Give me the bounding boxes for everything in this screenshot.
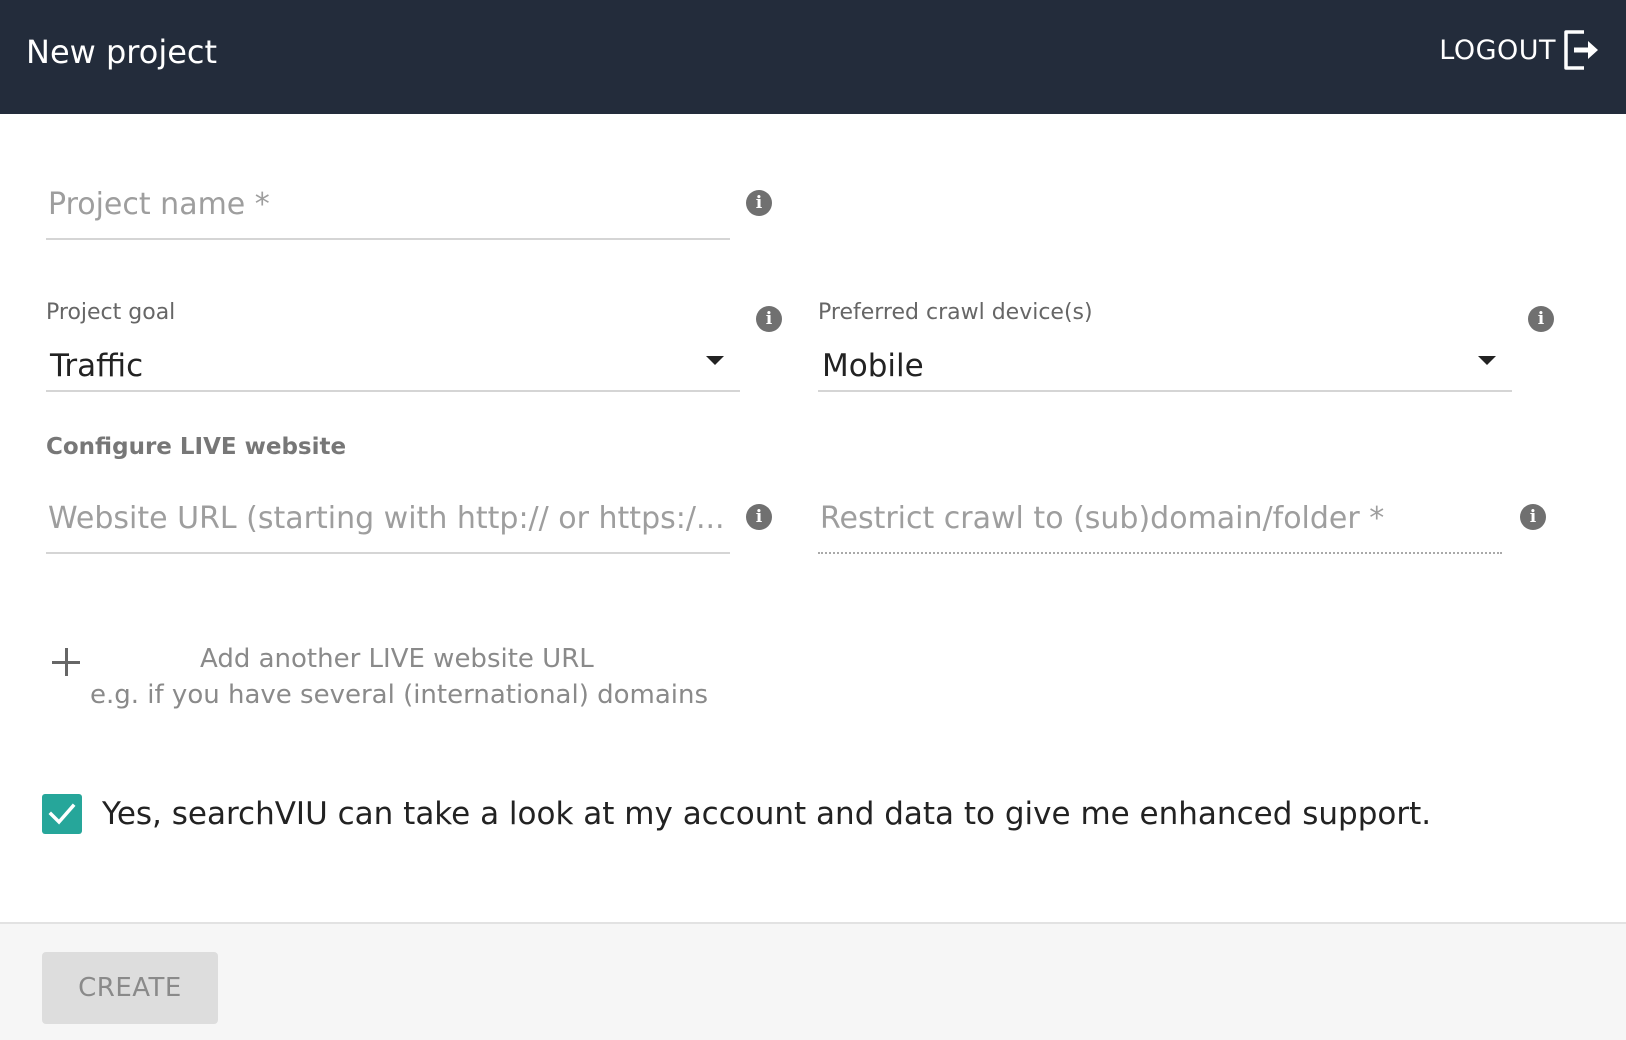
form-footer: CREATE — [0, 922, 1626, 1040]
info-icon[interactable]: i — [746, 190, 772, 216]
logout-button[interactable]: LOGOUT — [1439, 28, 1604, 72]
info-icon[interactable]: i — [756, 306, 782, 332]
add-url-hint: e.g. if you have several (international)… — [90, 680, 709, 710]
create-button[interactable]: CREATE — [42, 952, 218, 1024]
check-icon — [48, 803, 76, 825]
logout-icon — [1564, 30, 1598, 70]
info-icon[interactable]: i — [1520, 504, 1546, 530]
page-title: New project — [26, 33, 218, 71]
crawl-device-value: Mobile — [822, 348, 924, 384]
plus-icon — [52, 648, 80, 676]
section-title-live-website: Configure LIVE website — [46, 434, 347, 460]
app-header: New project LOGOUT — [0, 0, 1626, 114]
logout-label: LOGOUT — [1439, 34, 1556, 66]
add-url-label: Add another LIVE website URL — [200, 644, 594, 674]
project-goal-label: Project goal — [46, 300, 176, 325]
project-name-field[interactable] — [46, 170, 730, 240]
crawl-device-label: Preferred crawl device(s) — [818, 300, 1093, 325]
crawl-device-select[interactable]: Mobile — [818, 334, 1512, 392]
add-url-button[interactable]: Add another LIVE website URL e.g. if you… — [46, 634, 746, 724]
info-icon[interactable]: i — [1528, 306, 1554, 332]
consent-checkbox[interactable] — [42, 794, 82, 834]
consent-checkbox-row[interactable]: Yes, searchVIU can take a look at my acc… — [42, 794, 1431, 834]
project-form: i Project goal Traffic i Preferred crawl… — [0, 114, 1626, 922]
restrict-crawl-input[interactable] — [818, 484, 1502, 552]
project-goal-select[interactable]: Traffic — [46, 334, 740, 392]
project-goal-value: Traffic — [50, 348, 144, 384]
project-name-input[interactable] — [46, 170, 730, 238]
consent-label: Yes, searchVIU can take a look at my acc… — [102, 796, 1432, 832]
website-url-field[interactable] — [46, 484, 730, 554]
website-url-input[interactable] — [46, 484, 730, 552]
caret-down-icon — [1478, 356, 1496, 365]
info-icon[interactable]: i — [746, 504, 772, 530]
restrict-crawl-field[interactable] — [818, 484, 1502, 554]
caret-down-icon — [706, 356, 724, 365]
